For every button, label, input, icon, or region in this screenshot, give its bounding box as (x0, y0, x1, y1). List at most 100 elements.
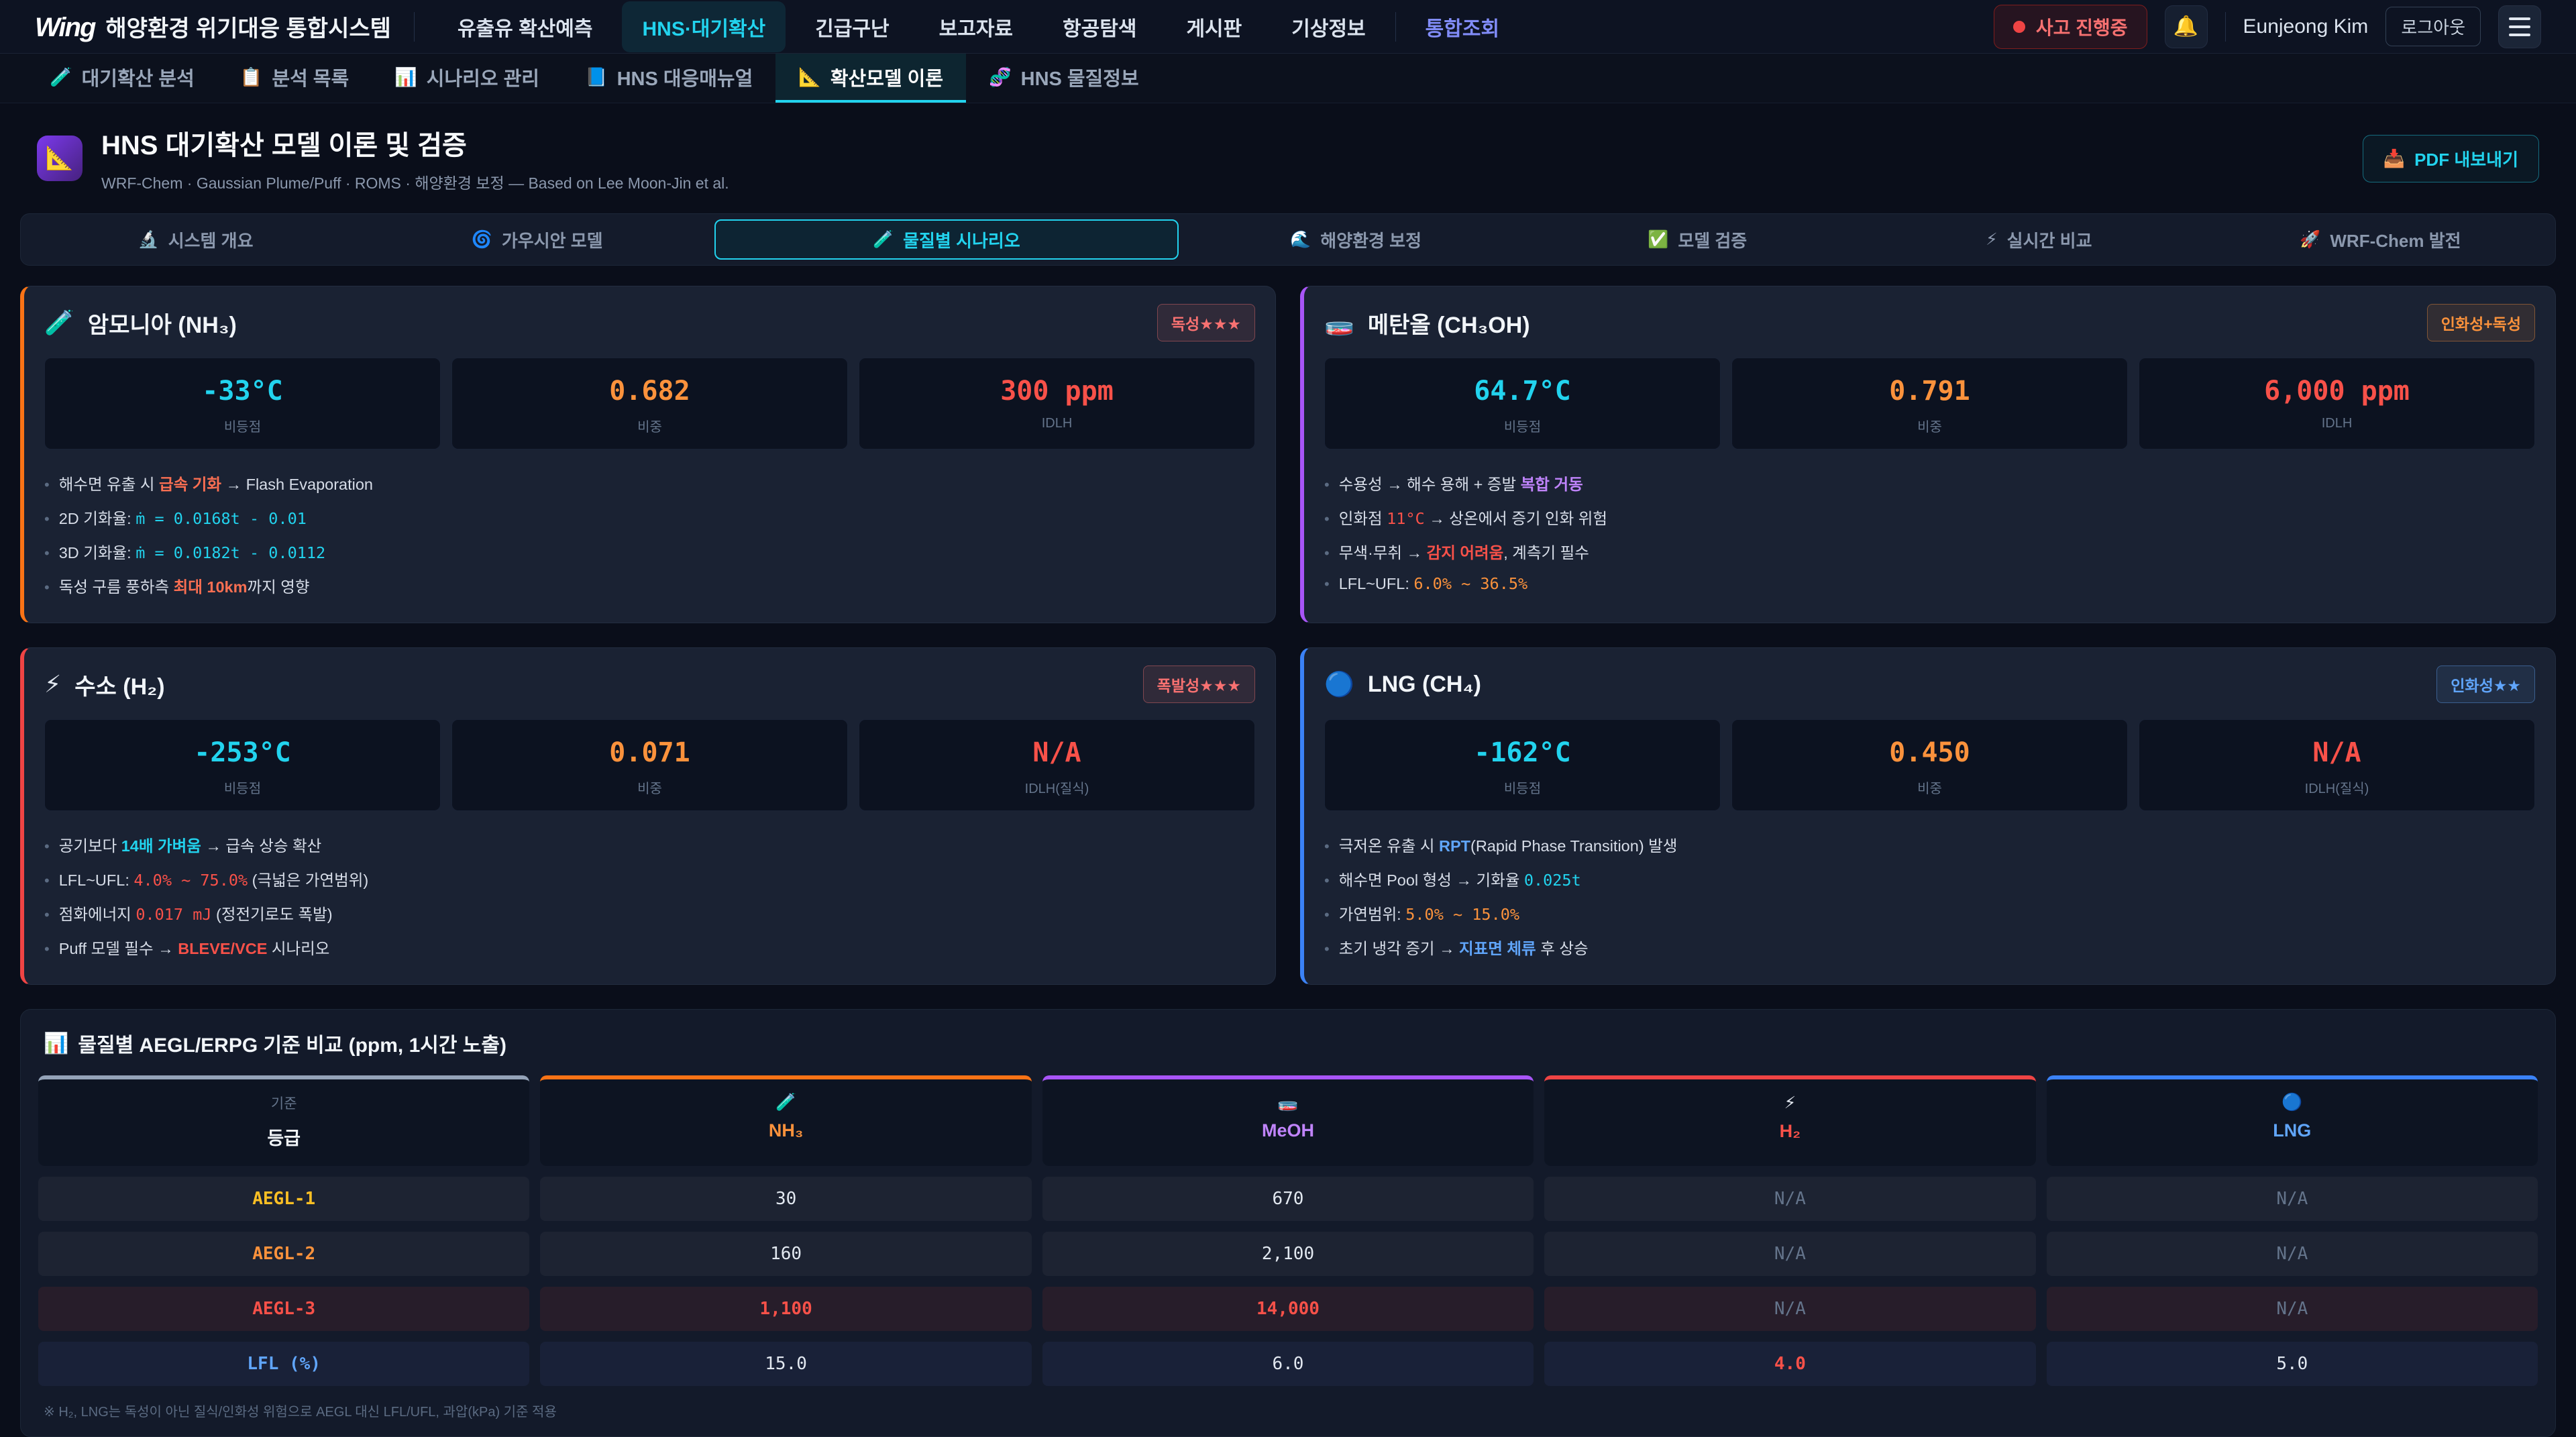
stat-value: 0.071 (452, 737, 847, 768)
bullet-segment: (Rapid Phase Transition) 발생 (1470, 837, 1677, 855)
cell-3-3: 5.0 (2047, 1342, 2538, 1386)
substance-icon: 🧪 (44, 309, 74, 337)
cell-1-3: N/A (2047, 1232, 2538, 1276)
stat-1: 0.791비중 (1731, 358, 2128, 449)
nav-item-6[interactable]: 기상정보 (1271, 1, 1385, 52)
nav-item-2[interactable]: 긴급구난 (795, 1, 909, 52)
subtab-3[interactable]: 📘HNS 대응매뉴얼 (562, 54, 775, 103)
card-lng: 🔵LNG (CH₄)인화성★★ -162°C비등점0.450비중N/AIDLH(질… (1300, 647, 2556, 985)
stat-2: 300 ppmIDLH (859, 358, 1255, 449)
cell-1-1: 2,100 (1042, 1232, 1534, 1276)
nav-item-5[interactable]: 게시판 (1166, 1, 1262, 52)
download-tray-icon: 📥 (2383, 148, 2405, 169)
stat-row: -253°C비등점0.071비중N/AIDLH(질식) (44, 719, 1255, 811)
section-tab-6[interactable]: 🚀WRF-Chem 발전 (2210, 214, 2551, 265)
logout-button[interactable]: 로그아웃 (2385, 7, 2481, 46)
bullet-segment: 6.0% ~ 36.5% (1413, 574, 1527, 593)
pdf-export-label: PDF 내보내기 (2414, 146, 2518, 171)
hazard-badge: 인화성★★ (2436, 666, 2535, 703)
bullet-item: •Puff 모델 필수 → BLEVE/VCE 시나리오 (44, 930, 1255, 964)
bullet-segment: 감지 어려움 (1427, 544, 1504, 562)
column-header-LNG: 🔵LNG (2047, 1075, 2538, 1166)
stat-label: 비등점 (45, 778, 440, 797)
section-tab-label: 시스템 개요 (168, 227, 254, 252)
nav-item-0[interactable]: 유출유 확산예측 (437, 1, 613, 52)
card-ammonia: 🧪암모니아 (NH₃)독성★★★-33°C비등점0.682비중300 ppmID… (20, 286, 1276, 623)
column-label: MeOH (1042, 1120, 1534, 1141)
subtab-1[interactable]: 📋분석 목록 (217, 54, 372, 103)
bullet-segment: , 계측기 필수 (1503, 544, 1589, 562)
cell-2-3: N/A (2047, 1287, 2538, 1331)
bullet-text: 해수면 유출 시 급속 기화 → Flash Evaporation (59, 472, 373, 494)
section-tab-1[interactable]: 🌀가우시안 모델 (366, 214, 708, 265)
section-tab-icon-3: 🌊 (1290, 230, 1311, 250)
cell-3-1: 6.0 (1042, 1342, 1534, 1386)
subtab-2[interactable]: 📊시나리오 관리 (372, 54, 562, 103)
stat-value: N/A (2139, 737, 2534, 768)
section-tab-4[interactable]: ✅모델 검증 (1527, 214, 1868, 265)
bullet-dot: • (1324, 906, 1330, 924)
stat-2: 6,000 ppmIDLH (2139, 358, 2535, 449)
bullet-item: •초기 냉각 증기 → 지표면 체류 후 상승 (1324, 930, 2535, 964)
section-tab-2[interactable]: 🧪물질별 시나리오 (714, 219, 1178, 260)
table-row-2: AEGL-31,10014,000N/AN/A (38, 1287, 2538, 1331)
table-row-0: AEGL-130670N/AN/A (38, 1177, 2538, 1221)
cell-1-2: N/A (1544, 1232, 2035, 1276)
bar-chart-icon: 📊 (44, 1032, 68, 1055)
logo-text: 해양환경 위기대응 통합시스템 (105, 10, 391, 43)
bullet-segment: 까지 영향 (248, 578, 310, 596)
substance-icon: 🧪 (540, 1093, 1031, 1112)
comparison-header-row: 기준등급🧪NH₃🧫MeOH⚡H₂🔵LNG (38, 1075, 2538, 1166)
section-tab-icon-2: 🧪 (873, 230, 894, 250)
bullet-segment: 초기 냉각 증기 → (1339, 940, 1459, 957)
section-tab-0[interactable]: 🔬시스템 개요 (25, 214, 366, 265)
bullet-dot: • (44, 476, 50, 494)
stat-row: -162°C비등점0.450비중N/AIDLH(질식) (1324, 719, 2535, 811)
subtab-icon-5: 🧬 (989, 66, 1012, 88)
bullet-item: •가연범위: 5.0% ~ 15.0% (1324, 896, 2535, 930)
hamburger-menu-button[interactable] (2498, 5, 2541, 48)
column-header-H₂: ⚡H₂ (1544, 1075, 2035, 1166)
stat-1: 0.682비중 (451, 358, 848, 449)
nav-item-1[interactable]: HNS·대기확산 (622, 1, 786, 52)
divider (414, 12, 415, 42)
substance-icon: 🔵 (1324, 670, 1354, 698)
bullet-text: LFL~UFL: 6.0% ~ 36.5% (1339, 574, 1527, 593)
bullet-segment: 복합 거동 (1521, 476, 1583, 493)
main-nav: 유출유 확산예측HNS·대기확산긴급구난보고자료항공탐색게시판기상정보 통합조회 (437, 1, 1519, 52)
subtab-0[interactable]: 🧪대기확산 분석 (27, 54, 217, 103)
card-header: 🔵LNG (CH₄)인화성★★ (1324, 666, 2535, 703)
stat-0: -162°C비등점 (1324, 719, 1721, 811)
sub-tabs: 🧪대기확산 분석📋분석 목록📊시나리오 관리📘HNS 대응매뉴얼📐확산모델 이론… (0, 54, 2576, 103)
nav-item-3[interactable]: 보고자료 (919, 1, 1033, 52)
page-title: HNS 대기확산 모델 이론 및 검증 (101, 123, 729, 162)
hazard-badge: 폭발성★★★ (1143, 666, 1255, 703)
substance-icon: ⚡ (44, 670, 61, 698)
bullet-segment: 수용성 → 해수 용해 + 증발 (1339, 476, 1521, 493)
bullet-dot: • (44, 579, 50, 596)
bullet-segment: LFL~UFL: (1339, 575, 1414, 592)
section-tab-3[interactable]: 🌊해양환경 보정 (1185, 214, 1527, 265)
bullet-list: •수용성 → 해수 용해 + 증발 복합 거동•인화점 11°C → 상온에서 … (1324, 466, 2535, 598)
bullet-item: •LFL~UFL: 6.0% ~ 36.5% (1324, 568, 2535, 598)
section-tab-icon-6: 🚀 (2300, 230, 2320, 250)
hazard-badge: 인화성+독성 (2427, 304, 2535, 341)
nav-item-7[interactable]: 통합조회 (1405, 1, 1519, 52)
bullet-segment: Puff 모델 필수 → (59, 940, 178, 957)
stat-label: 비등점 (45, 416, 440, 435)
subtab-label: HNS 물질정보 (1021, 63, 1139, 91)
divider (2225, 12, 2226, 42)
nav-item-4[interactable]: 항공탐색 (1042, 1, 1157, 52)
pdf-export-button[interactable]: 📥 PDF 내보내기 (2363, 135, 2539, 182)
stat-label: 비등점 (1325, 416, 1720, 435)
bullet-item: •인화점 11°C → 상온에서 증기 인화 위험 (1324, 500, 2535, 534)
bullet-segment: 0.025t (1524, 871, 1581, 890)
notifications-button[interactable]: 🔔 (2165, 5, 2208, 48)
stat-value: 0.682 (452, 376, 847, 407)
bullet-segment: 지표면 체류 (1459, 940, 1536, 957)
subtab-4[interactable]: 📐확산모델 이론 (775, 54, 966, 103)
cell-3-0: 15.0 (540, 1342, 1031, 1386)
bullet-segment: 14배 가벼움 (121, 837, 201, 855)
section-tab-5[interactable]: ⚡실시간 비교 (1868, 214, 2210, 265)
subtab-5[interactable]: 🧬 HNS 물질정보 (966, 54, 1162, 103)
